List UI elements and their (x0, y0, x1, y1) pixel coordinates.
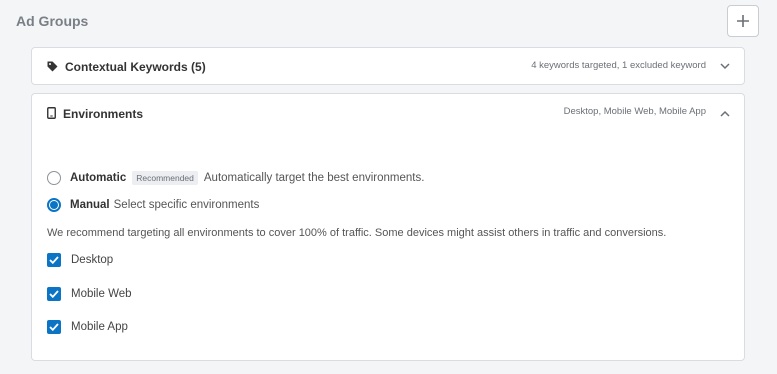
manual-radio[interactable] (47, 198, 61, 212)
mobile-app-checkbox-row[interactable]: Mobile App (47, 320, 128, 334)
mobile-web-label: Mobile Web (71, 288, 132, 300)
contextual-keywords-summary: 4 keywords targeted, 1 excluded keyword (531, 60, 706, 71)
mobile-web-checkbox[interactable] (47, 287, 61, 301)
mobile-app-checkbox[interactable] (47, 320, 61, 334)
contextual-keywords-card[interactable]: Contextual Keywords (5) 4 keywords targe… (31, 47, 745, 85)
checkmark-icon (49, 256, 59, 264)
chevron-down-icon[interactable] (720, 63, 730, 70)
desktop-checkbox[interactable] (47, 253, 61, 267)
mobile-app-label: Mobile App (71, 321, 128, 333)
automatic-option[interactable]: Automatic Recommended Automatically targ… (47, 171, 424, 185)
desktop-checkbox-row[interactable]: Desktop (47, 253, 113, 267)
automatic-radio[interactable] (47, 171, 61, 185)
plus-icon (737, 15, 749, 27)
manual-label: Manual (70, 199, 110, 211)
checkmark-icon (49, 323, 59, 331)
recommended-badge: Recommended (132, 171, 198, 185)
desktop-label: Desktop (71, 254, 114, 266)
environments-label: Environments (63, 107, 144, 121)
environments-note: We recommend targeting all environments … (47, 227, 667, 239)
ad-groups-title: Ad Groups (16, 13, 89, 29)
checkmark-icon (49, 290, 59, 298)
environments-summary: Desktop, Mobile Web, Mobile App (563, 106, 706, 117)
environments-card: Environments Desktop, Mobile Web, Mobile… (31, 93, 745, 361)
manual-description: Select specific environments (113, 199, 260, 211)
automatic-description: Automatically target the best environmen… (203, 172, 425, 184)
chevron-up-icon[interactable] (720, 110, 730, 117)
manual-option[interactable]: Manual Select specific environments (47, 198, 259, 212)
contextual-keywords-label: Contextual Keywords (5) (65, 60, 206, 74)
tablet-icon (47, 107, 56, 119)
add-ad-group-button[interactable] (727, 5, 759, 37)
tag-icon (47, 61, 58, 72)
mobile-web-checkbox-row[interactable]: Mobile Web (47, 287, 132, 301)
automatic-label: Automatic (70, 172, 127, 184)
